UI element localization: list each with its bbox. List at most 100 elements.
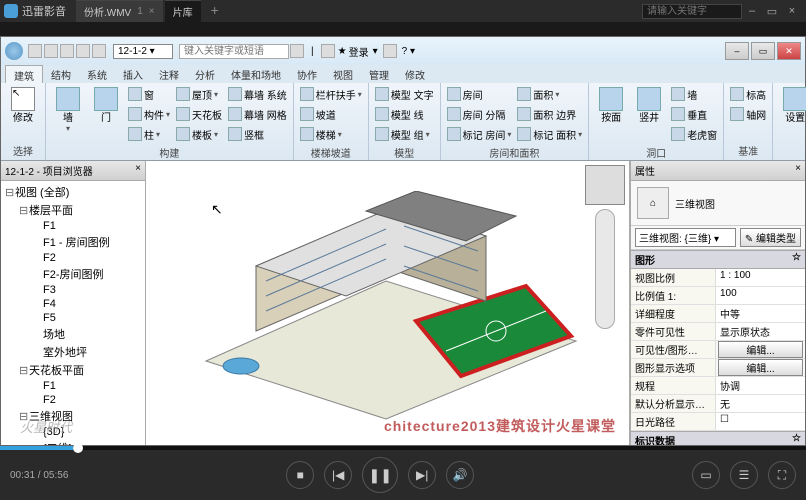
ribbon-tab-structure[interactable]: 结构 — [43, 65, 79, 83]
qat-redo-icon[interactable] — [76, 44, 90, 58]
open-file-button[interactable]: ▭ — [692, 461, 720, 489]
panel-close-icon[interactable]: × — [795, 163, 801, 178]
vertical-opening-button[interactable]: 垂直 — [669, 105, 719, 123]
dormer-button[interactable]: 老虎窗 — [669, 125, 719, 143]
ribbon-tab-massing[interactable]: 体量和场地 — [223, 65, 289, 83]
search-icon[interactable] — [290, 44, 304, 58]
mullion-button[interactable]: 竖框 — [226, 125, 289, 143]
exchange-icon[interactable] — [383, 44, 397, 58]
floor-button[interactable]: 楼板▾ — [174, 125, 224, 143]
shaft-button[interactable]: 竖井 — [631, 85, 667, 126]
prop-section-header[interactable]: 标识数据☆ — [631, 431, 805, 445]
navigation-bar[interactable] — [595, 209, 615, 329]
window-button[interactable]: 窗 — [126, 85, 172, 103]
tree-item[interactable]: F2-房间图例 — [3, 265, 143, 283]
ribbon-tab-view[interactable]: 视图 — [325, 65, 361, 83]
ribbon-tab-architecture[interactable]: 建筑 — [5, 65, 43, 83]
room-button[interactable]: 房间 — [445, 85, 514, 103]
view-cube[interactable] — [585, 165, 625, 205]
tree-item[interactable]: ⊟视图 (全部) — [3, 183, 143, 201]
settings-button[interactable]: ☰ — [730, 461, 758, 489]
tree-item[interactable]: F1 — [3, 379, 143, 393]
fullscreen-button[interactable]: ⛶ — [768, 461, 796, 489]
column-button[interactable]: 柱▾ — [126, 125, 172, 143]
prop-row[interactable]: 详细程度中等 — [631, 305, 805, 323]
tree-item[interactable]: 场地 — [3, 325, 143, 343]
login-link[interactable]: 登录 — [349, 44, 369, 59]
grid-button[interactable]: 轴网 — [728, 105, 768, 123]
tree-item[interactable]: F1 - 房间图例 — [3, 233, 143, 251]
ribbon-tab-manage[interactable]: 管理 — [361, 65, 397, 83]
stair-button[interactable]: 楼梯▾ — [298, 125, 364, 143]
model-text-button[interactable]: 模型 文字 — [373, 85, 436, 103]
area-boundary-button[interactable]: 面积 边界 — [515, 105, 584, 123]
app-menu-orb[interactable] — [5, 42, 23, 60]
app-maximize-button[interactable]: ▭ — [751, 42, 775, 60]
prop-row[interactable]: 视图比例1 : 100 — [631, 269, 805, 287]
doc-selector[interactable]: 12-1-2 ▾ — [113, 44, 173, 59]
ceiling-button[interactable]: 天花板 — [174, 105, 224, 123]
prop-row[interactable]: 比例值 1:100 — [631, 287, 805, 305]
curtain-system-button[interactable]: 幕墙 系统 — [226, 85, 289, 103]
qat-save-icon[interactable] — [44, 44, 58, 58]
instance-selector[interactable]: 三维视图: {三维} ▾ — [635, 228, 736, 247]
viewport-3d[interactable]: ↖ — [146, 161, 630, 445]
ribbon-tab-insert[interactable]: 插入 — [115, 65, 151, 83]
area-button[interactable]: 面积▾ — [515, 85, 584, 103]
ribbon-tab-annotate[interactable]: 注释 — [151, 65, 187, 83]
ramp-button[interactable]: 坡道 — [298, 105, 364, 123]
railing-button[interactable]: 栏杆扶手▾ — [298, 85, 364, 103]
prop-row[interactable]: 零件可见性显示原状态 — [631, 323, 805, 341]
project-tree[interactable]: ⊟视图 (全部)⊟楼层平面F1F1 - 房间图例F2F2-房间图例F3F4F5场… — [1, 181, 145, 445]
model-group-button[interactable]: 模型 组▾ — [373, 125, 436, 143]
tree-item[interactable]: F1 — [3, 219, 143, 233]
app-minimize-button[interactable]: – — [725, 42, 749, 60]
stop-button[interactable]: ■ — [286, 461, 314, 489]
ribbon-tab-collaborate[interactable]: 协作 — [289, 65, 325, 83]
ribbon-tab-analyze[interactable]: 分析 — [187, 65, 223, 83]
prop-row[interactable]: 可见性/图形…编辑... — [631, 341, 805, 359]
by-face-button[interactable]: 按面 — [593, 85, 629, 126]
play-pause-button[interactable]: ❚❚ — [362, 457, 398, 493]
qat-open-icon[interactable] — [28, 44, 42, 58]
add-tab-button[interactable]: + — [203, 0, 227, 22]
model-line-button[interactable]: 模型 线 — [373, 105, 436, 123]
room-sep-button[interactable]: 房间 分隔 — [445, 105, 514, 123]
properties-grid[interactable]: 图形☆视图比例1 : 100比例值 1:100详细程度中等零件可见性显示原状态可… — [631, 250, 805, 445]
player-search-input[interactable] — [642, 4, 742, 19]
player-tab-video[interactable]: 份析.WMV 1 × — [76, 0, 163, 22]
close-icon[interactable]: 1 — [137, 6, 143, 17]
ribbon-tab-systems[interactable]: 系统 — [79, 65, 115, 83]
progress-knob[interactable] — [73, 443, 83, 453]
minimize-icon[interactable]: – — [742, 5, 762, 17]
component-button[interactable]: 构件▾ — [126, 105, 172, 123]
qat-undo-icon[interactable] — [60, 44, 74, 58]
edit-type-button[interactable]: ✎ 编辑类型 — [740, 228, 801, 247]
level-button[interactable]: 标高 — [728, 85, 768, 103]
prop-row[interactable]: 图形显示选项编辑... — [631, 359, 805, 377]
qat-print-icon[interactable] — [92, 44, 106, 58]
tree-item[interactable]: ⊟楼层平面 — [3, 201, 143, 219]
app-close-button[interactable]: ✕ — [777, 42, 801, 60]
tag-area-button[interactable]: 标记 面积▾ — [515, 125, 584, 143]
prop-row[interactable]: 规程协调 — [631, 377, 805, 395]
next-button[interactable]: ▶| — [408, 461, 436, 489]
tree-item[interactable]: F5 — [3, 311, 143, 325]
panel-close-icon[interactable]: × — [135, 163, 141, 178]
prop-row[interactable]: 默认分析显示…无 — [631, 395, 805, 413]
prop-section-header[interactable]: 图形☆ — [631, 250, 805, 269]
tree-item[interactable]: ⊟天花板平面 — [3, 361, 143, 379]
tree-item[interactable]: 室外地坪 — [3, 343, 143, 361]
roof-button[interactable]: 屋顶▾ — [174, 85, 224, 103]
wall-button[interactable]: 墙▾ — [50, 85, 86, 135]
maximize-icon[interactable]: ▭ — [762, 5, 782, 18]
tag-room-button[interactable]: 标记 房间▾ — [445, 125, 514, 143]
set-workplane-button[interactable]: 设置 — [777, 85, 806, 126]
prop-row[interactable]: 日光路径☐ — [631, 413, 805, 431]
prev-button[interactable]: |◀ — [324, 461, 352, 489]
tree-item[interactable]: F2 — [3, 393, 143, 407]
player-tab-library[interactable]: 片库 — [165, 0, 201, 22]
close-icon[interactable]: × — [782, 5, 802, 17]
subscription-icon[interactable] — [321, 44, 335, 58]
door-button[interactable]: 门 — [88, 85, 124, 126]
